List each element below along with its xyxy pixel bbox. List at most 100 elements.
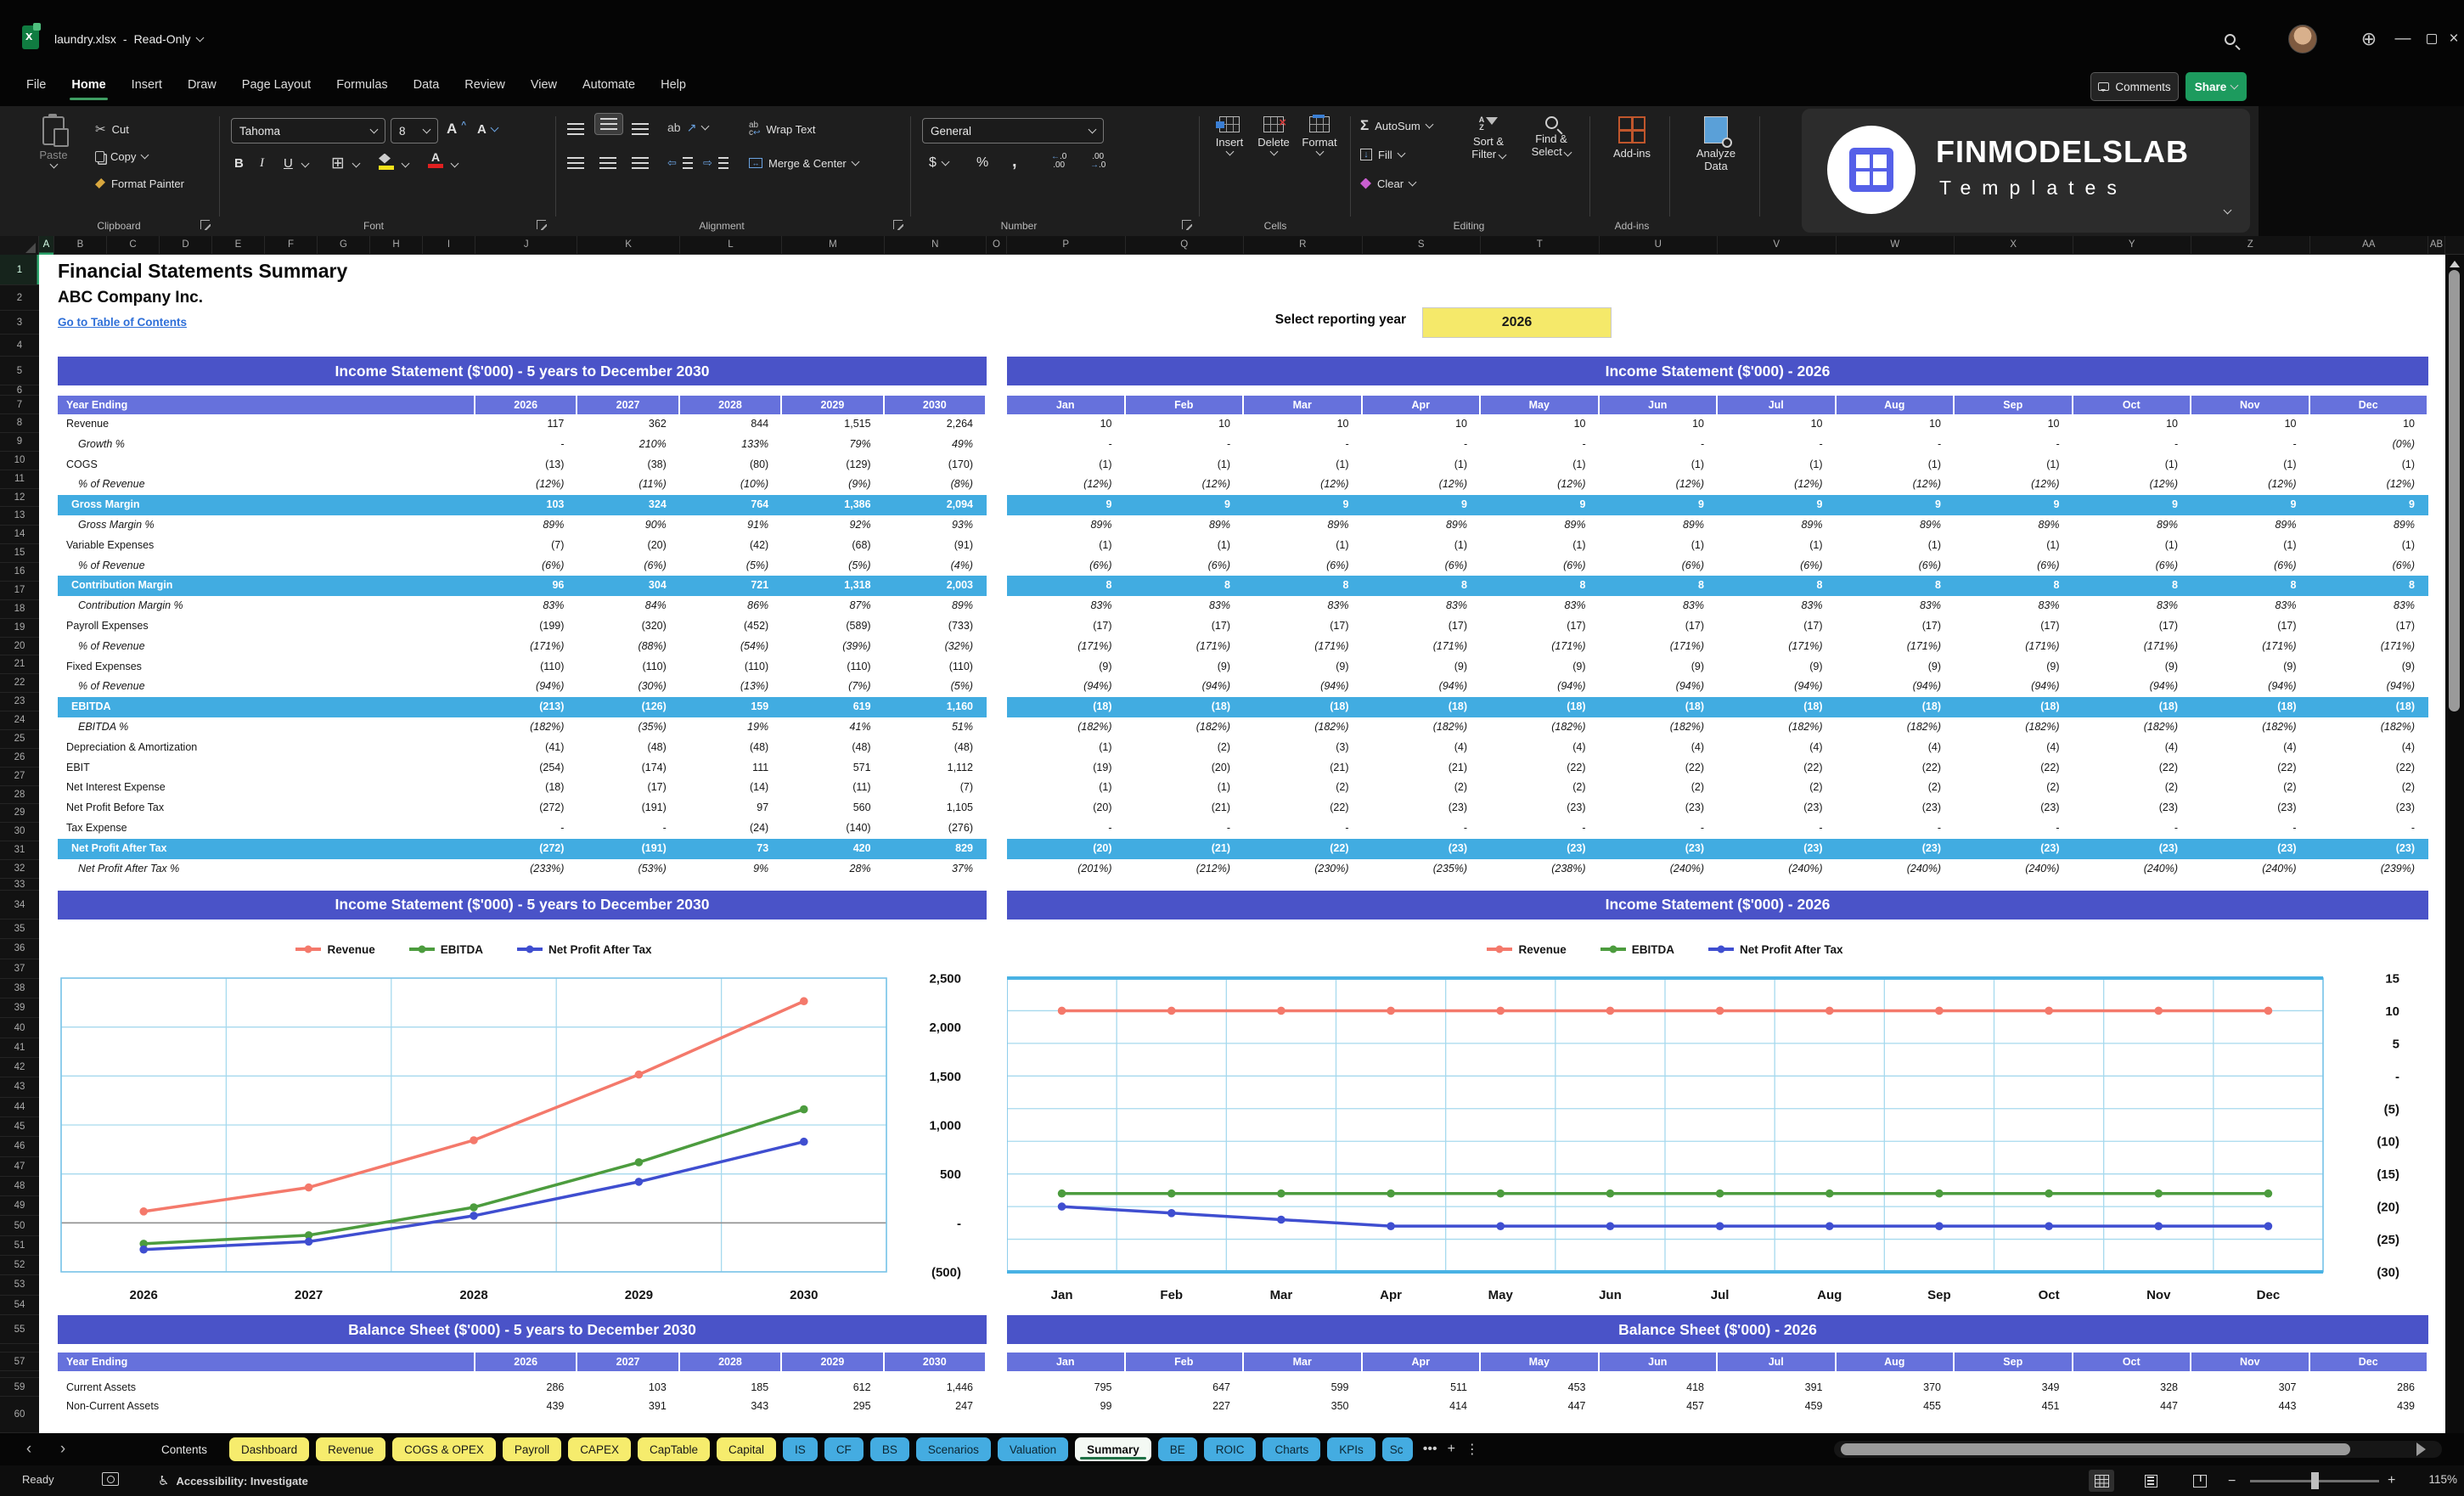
cell[interactable]: (5%) bbox=[782, 556, 884, 576]
row-header-10[interactable]: 10 bbox=[0, 452, 39, 470]
cell[interactable]: (17) bbox=[1244, 616, 1363, 637]
cell[interactable]: - bbox=[1126, 435, 1245, 455]
wrap-text-button[interactable]: ab c↩ Wrap Text bbox=[749, 118, 815, 140]
cell[interactable]: (94%) bbox=[475, 677, 577, 697]
cell[interactable]: (2) bbox=[2191, 778, 2310, 798]
cell[interactable]: (182%) bbox=[1837, 717, 1955, 738]
table-of-contents-link[interactable]: Go to Table of Contents bbox=[58, 316, 187, 329]
page-break-view-button[interactable] bbox=[2187, 1470, 2213, 1492]
cell[interactable]: 2,003 bbox=[885, 576, 987, 596]
row-label[interactable]: Growth % bbox=[58, 435, 475, 455]
cell[interactable]: (589) bbox=[782, 616, 884, 637]
font-color-chevron[interactable] bbox=[450, 154, 459, 176]
cell[interactable]: - bbox=[2073, 435, 2192, 455]
cell[interactable]: (18) bbox=[1244, 697, 1363, 717]
column-header-D[interactable]: D bbox=[160, 236, 212, 255]
cell[interactable]: 9 bbox=[2191, 495, 2310, 515]
cell[interactable]: 83% bbox=[1363, 596, 1482, 616]
row-header-9[interactable]: 9 bbox=[0, 433, 39, 452]
cell[interactable]: 83% bbox=[2310, 596, 2429, 616]
cell[interactable]: 1,386 bbox=[782, 495, 884, 515]
page-layout-view-button[interactable] bbox=[2138, 1470, 2163, 1492]
cell[interactable]: (18) bbox=[475, 778, 577, 798]
cell[interactable]: (1) bbox=[2073, 536, 2192, 556]
search-icon[interactable] bbox=[2214, 24, 2245, 54]
cell[interactable]: (22) bbox=[1244, 798, 1363, 818]
cell[interactable]: (94%) bbox=[1837, 677, 1955, 697]
cell[interactable]: 457 bbox=[1600, 1397, 1719, 1415]
cell[interactable]: (23) bbox=[1600, 798, 1719, 818]
cell[interactable]: (18) bbox=[2310, 697, 2429, 717]
cell[interactable]: 93% bbox=[885, 515, 987, 536]
cell[interactable]: (18) bbox=[1363, 697, 1482, 717]
cell[interactable]: (733) bbox=[885, 616, 987, 637]
select-all-corner[interactable] bbox=[0, 236, 39, 255]
cell[interactable]: (18) bbox=[1007, 697, 1126, 717]
row-header-4[interactable]: 4 bbox=[0, 335, 39, 357]
tab-options-kebab[interactable]: ⋮ bbox=[1465, 1441, 1479, 1458]
cell[interactable]: - bbox=[2191, 818, 2310, 839]
cell[interactable]: (12%) bbox=[1126, 475, 1245, 495]
cell[interactable]: (2) bbox=[1718, 778, 1837, 798]
cell[interactable]: (171%) bbox=[1363, 637, 1482, 657]
cell[interactable]: (238%) bbox=[1481, 859, 1600, 880]
cell[interactable]: (12%) bbox=[1007, 475, 1126, 495]
cell[interactable]: (0%) bbox=[2310, 435, 2429, 455]
cell[interactable]: (1) bbox=[1481, 455, 1600, 475]
cell[interactable]: (6%) bbox=[1007, 556, 1126, 576]
cell[interactable]: (17) bbox=[1837, 616, 1955, 637]
row-header-51[interactable]: 51 bbox=[0, 1236, 39, 1257]
sheet-tab-roic[interactable]: ROIC bbox=[1203, 1437, 1257, 1461]
cell[interactable]: (182%) bbox=[1481, 717, 1600, 738]
minimize-button[interactable]: — bbox=[2388, 24, 2418, 54]
cell[interactable]: (17) bbox=[1718, 616, 1837, 637]
column-header-W[interactable]: W bbox=[1837, 236, 1955, 255]
cell[interactable]: (240%) bbox=[1837, 859, 1955, 880]
cell[interactable]: 10 bbox=[1600, 414, 1719, 435]
cell[interactable]: 97 bbox=[680, 798, 782, 818]
cell[interactable]: (240%) bbox=[2073, 859, 2192, 880]
merge-center-button[interactable]: ↔ Merge & Center bbox=[749, 152, 860, 174]
cell[interactable]: 9 bbox=[1244, 495, 1363, 515]
cell[interactable]: (17) bbox=[1955, 616, 2073, 637]
cell[interactable]: (1) bbox=[1837, 536, 1955, 556]
column-header-G[interactable]: G bbox=[318, 236, 370, 255]
column-header-U[interactable]: U bbox=[1600, 236, 1718, 255]
align-left-button[interactable] bbox=[567, 152, 584, 174]
cell[interactable]: (12%) bbox=[1955, 475, 2073, 495]
cell[interactable]: (240%) bbox=[1955, 859, 2073, 880]
cell[interactable]: 83% bbox=[1126, 596, 1245, 616]
number-format-select[interactable]: General bbox=[922, 118, 1104, 143]
cell[interactable]: 447 bbox=[2073, 1397, 2192, 1415]
cell[interactable]: (240%) bbox=[1600, 859, 1719, 880]
column-header-AA[interactable]: AA bbox=[2310, 236, 2428, 255]
cell[interactable]: (9) bbox=[1007, 657, 1126, 678]
row-header-23[interactable]: 23 bbox=[0, 693, 39, 712]
cell[interactable]: (23) bbox=[1600, 839, 1719, 859]
cell[interactable]: (1) bbox=[2073, 455, 2192, 475]
cell[interactable]: (9) bbox=[1126, 657, 1245, 678]
sort-filter-button[interactable]: AZ Sort & Filter bbox=[1462, 116, 1515, 160]
cell[interactable]: (182%) bbox=[1244, 717, 1363, 738]
cell[interactable]: 10 bbox=[1007, 414, 1126, 435]
menu-tab-home[interactable]: Home bbox=[59, 73, 118, 100]
cell[interactable]: (23) bbox=[2073, 839, 2192, 859]
cell[interactable]: (1) bbox=[1244, 455, 1363, 475]
cell[interactable]: 9 bbox=[1955, 495, 2073, 515]
cell[interactable]: (6%) bbox=[1126, 556, 1245, 576]
prev-sheet-arrow[interactable]: ‹ bbox=[19, 1440, 39, 1459]
cell[interactable]: (1) bbox=[1955, 536, 2073, 556]
cell[interactable]: 443 bbox=[2191, 1397, 2310, 1415]
sheet-tab-valuation[interactable]: Valuation bbox=[997, 1437, 1069, 1461]
cell[interactable]: (235%) bbox=[1363, 859, 1482, 880]
cell[interactable]: - bbox=[1955, 818, 2073, 839]
font-family-select[interactable]: Tahoma bbox=[231, 118, 385, 143]
menu-tab-draw[interactable]: Draw bbox=[175, 73, 229, 97]
cell[interactable]: - bbox=[1718, 818, 1837, 839]
cell[interactable]: (9) bbox=[1244, 657, 1363, 678]
row-header-3[interactable]: 3 bbox=[0, 311, 39, 335]
cell[interactable]: (11%) bbox=[577, 475, 679, 495]
cell[interactable]: (48) bbox=[782, 738, 884, 758]
close-button[interactable]: × bbox=[2444, 24, 2464, 54]
italic-button[interactable]: I bbox=[260, 152, 264, 174]
